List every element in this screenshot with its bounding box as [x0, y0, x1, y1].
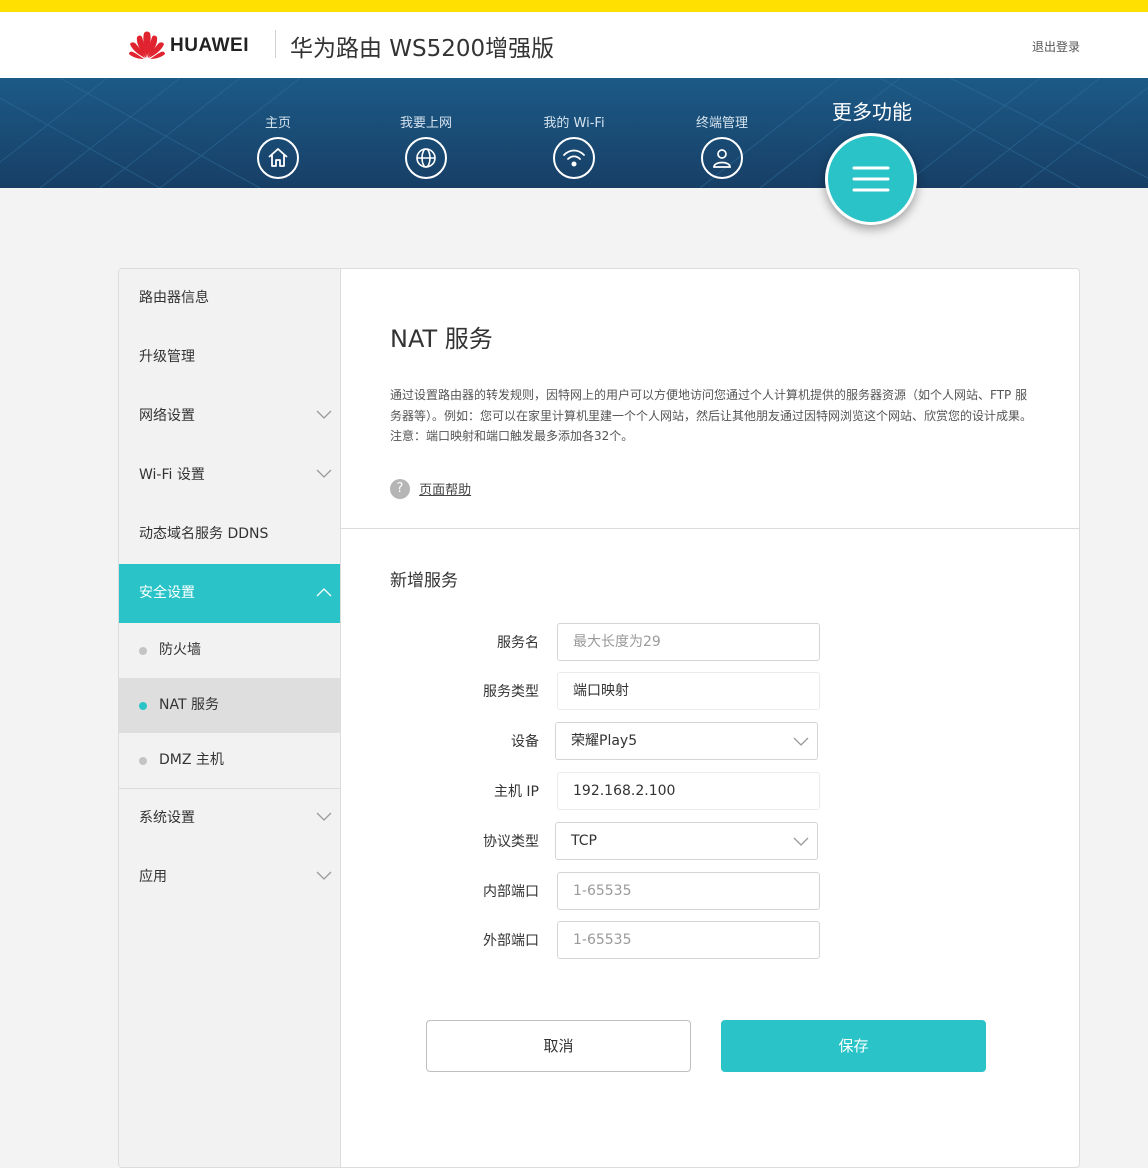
sidebar-item-security[interactable]: 安全设置	[119, 564, 340, 623]
sidebar: 路由器信息 升级管理 网络设置 Wi-Fi 设置 动态域名服务 DDNS 安全设…	[119, 269, 341, 1167]
external-port-input[interactable]: 1-65535	[557, 921, 820, 959]
nav-more-label: 更多功能	[832, 100, 912, 124]
header-divider	[275, 30, 276, 58]
wifi-icon	[553, 137, 595, 179]
page-help-link[interactable]: ? 页面帮助	[390, 478, 471, 499]
chevron-down-icon	[316, 410, 332, 419]
protocol-label: 协议类型	[483, 834, 539, 850]
user-icon	[701, 137, 743, 179]
globe-icon	[405, 137, 447, 179]
sidebar-item-label: 升级管理	[139, 349, 195, 365]
main-nav: 主页 我要上网 我的 Wi-Fi 终端管理	[0, 78, 1148, 188]
protocol-select-value: TCP	[571, 833, 597, 849]
nav-item-wifi[interactable]: 我的 Wi-Fi	[514, 78, 634, 179]
sidebar-subitem-label: DMZ 主机	[159, 752, 224, 768]
sidebar-item-upgrade[interactable]: 升级管理	[119, 328, 340, 387]
home-icon	[257, 137, 299, 179]
bullet-dot	[139, 702, 147, 710]
nav-item-internet[interactable]: 我要上网	[366, 78, 486, 179]
huawei-logo: HUAWEI	[128, 30, 263, 62]
service-name-input[interactable]: 最大长度为29	[557, 623, 820, 661]
internal-port-input[interactable]: 1-65535	[557, 872, 820, 910]
sidebar-item-system[interactable]: 系统设置	[119, 789, 340, 848]
sidebar-item-wifi[interactable]: Wi-Fi 设置	[119, 446, 340, 505]
sidebar-item-label: Wi-Fi 设置	[139, 467, 205, 483]
sidebar-subitem-dmz[interactable]: DMZ 主机	[119, 733, 340, 788]
host-ip-field[interactable]: 192.168.2.100	[557, 772, 820, 810]
logout-link[interactable]: 退出登录	[1032, 38, 1080, 55]
chevron-down-icon	[316, 469, 332, 478]
settings-panel: 路由器信息 升级管理 网络设置 Wi-Fi 设置 动态域名服务 DDNS 安全设…	[118, 268, 1080, 1168]
device-select[interactable]: 荣耀Play5	[555, 722, 818, 760]
help-link-label: 页面帮助	[419, 483, 472, 498]
sidebar-item-label: 应用	[139, 869, 167, 885]
sidebar-item-apps[interactable]: 应用	[119, 848, 340, 907]
sidebar-item-label: 路由器信息	[139, 290, 209, 306]
help-icon: ?	[390, 478, 410, 499]
sidebar-item-network[interactable]: 网络设置	[119, 387, 340, 446]
sidebar-item-ddns[interactable]: 动态域名服务 DDNS	[119, 505, 340, 564]
header: HUAWEI 华为路由 WS5200增强版 退出登录	[0, 12, 1148, 78]
cancel-button[interactable]: 取消	[426, 1020, 691, 1072]
sidebar-subitem-label: 防火墙	[159, 642, 201, 658]
sidebar-subitem-label: NAT 服务	[159, 697, 219, 713]
nav-label: 我要上网	[399, 116, 452, 131]
sidebar-item-router-info[interactable]: 路由器信息	[119, 269, 340, 328]
sidebar-item-label: 系统设置	[139, 810, 195, 826]
host-ip-label: 主机 IP	[493, 784, 539, 800]
chevron-down-icon	[793, 737, 809, 746]
page-description: 通过设置路由器的转发规则，因特网上的用户可以方便地访问您通过个人计算机提供的服务…	[390, 388, 1033, 443]
save-button[interactable]: 保存	[721, 1020, 986, 1072]
service-name-label: 服务名	[497, 635, 539, 651]
service-type-label: 服务类型	[483, 684, 539, 700]
sidebar-item-label: 网络设置	[139, 408, 195, 424]
internal-port-label: 内部端口	[483, 884, 539, 900]
sidebar-subitem-nat[interactable]: NAT 服务	[119, 678, 340, 733]
chevron-up-icon	[316, 588, 332, 597]
section-title: 新增服务	[390, 571, 458, 591]
chevron-down-icon	[316, 812, 332, 821]
service-type-field: 端口映射	[557, 672, 820, 710]
protocol-select[interactable]: TCP	[555, 822, 818, 860]
sidebar-item-label: 安全设置	[139, 585, 195, 601]
top-stripe	[0, 0, 1148, 12]
nav-label: 我的 Wi-Fi	[543, 116, 605, 131]
section-divider	[341, 528, 1079, 529]
chevron-down-icon	[316, 871, 332, 880]
sidebar-subitem-firewall[interactable]: 防火墙	[119, 623, 340, 678]
chevron-down-icon	[793, 837, 809, 846]
bullet-dot	[139, 647, 147, 655]
device-select-value: 荣耀Play5	[571, 733, 638, 749]
nav-label: 终端管理	[695, 116, 748, 131]
device-label: 设备	[511, 734, 539, 750]
main-content: NAT 服务 通过设置路由器的转发规则，因特网上的用户可以方便地访问您通过个人计…	[341, 269, 1079, 1167]
sidebar-item-label: 动态域名服务 DDNS	[139, 526, 269, 542]
external-port-label: 外部端口	[483, 933, 539, 949]
brand-name: HUAWEI	[170, 35, 249, 56]
nav-label: 主页	[264, 116, 291, 131]
more-functions-button[interactable]	[825, 133, 917, 225]
huawei-flower-icon	[129, 31, 165, 59]
bullet-dot	[139, 757, 147, 765]
product-title: 华为路由 WS5200增强版	[290, 36, 555, 62]
nav-item-home[interactable]: 主页	[218, 78, 338, 179]
nav-item-devices[interactable]: 终端管理	[662, 78, 782, 179]
page-title: NAT 服务	[390, 325, 493, 353]
menu-icon	[852, 166, 890, 192]
